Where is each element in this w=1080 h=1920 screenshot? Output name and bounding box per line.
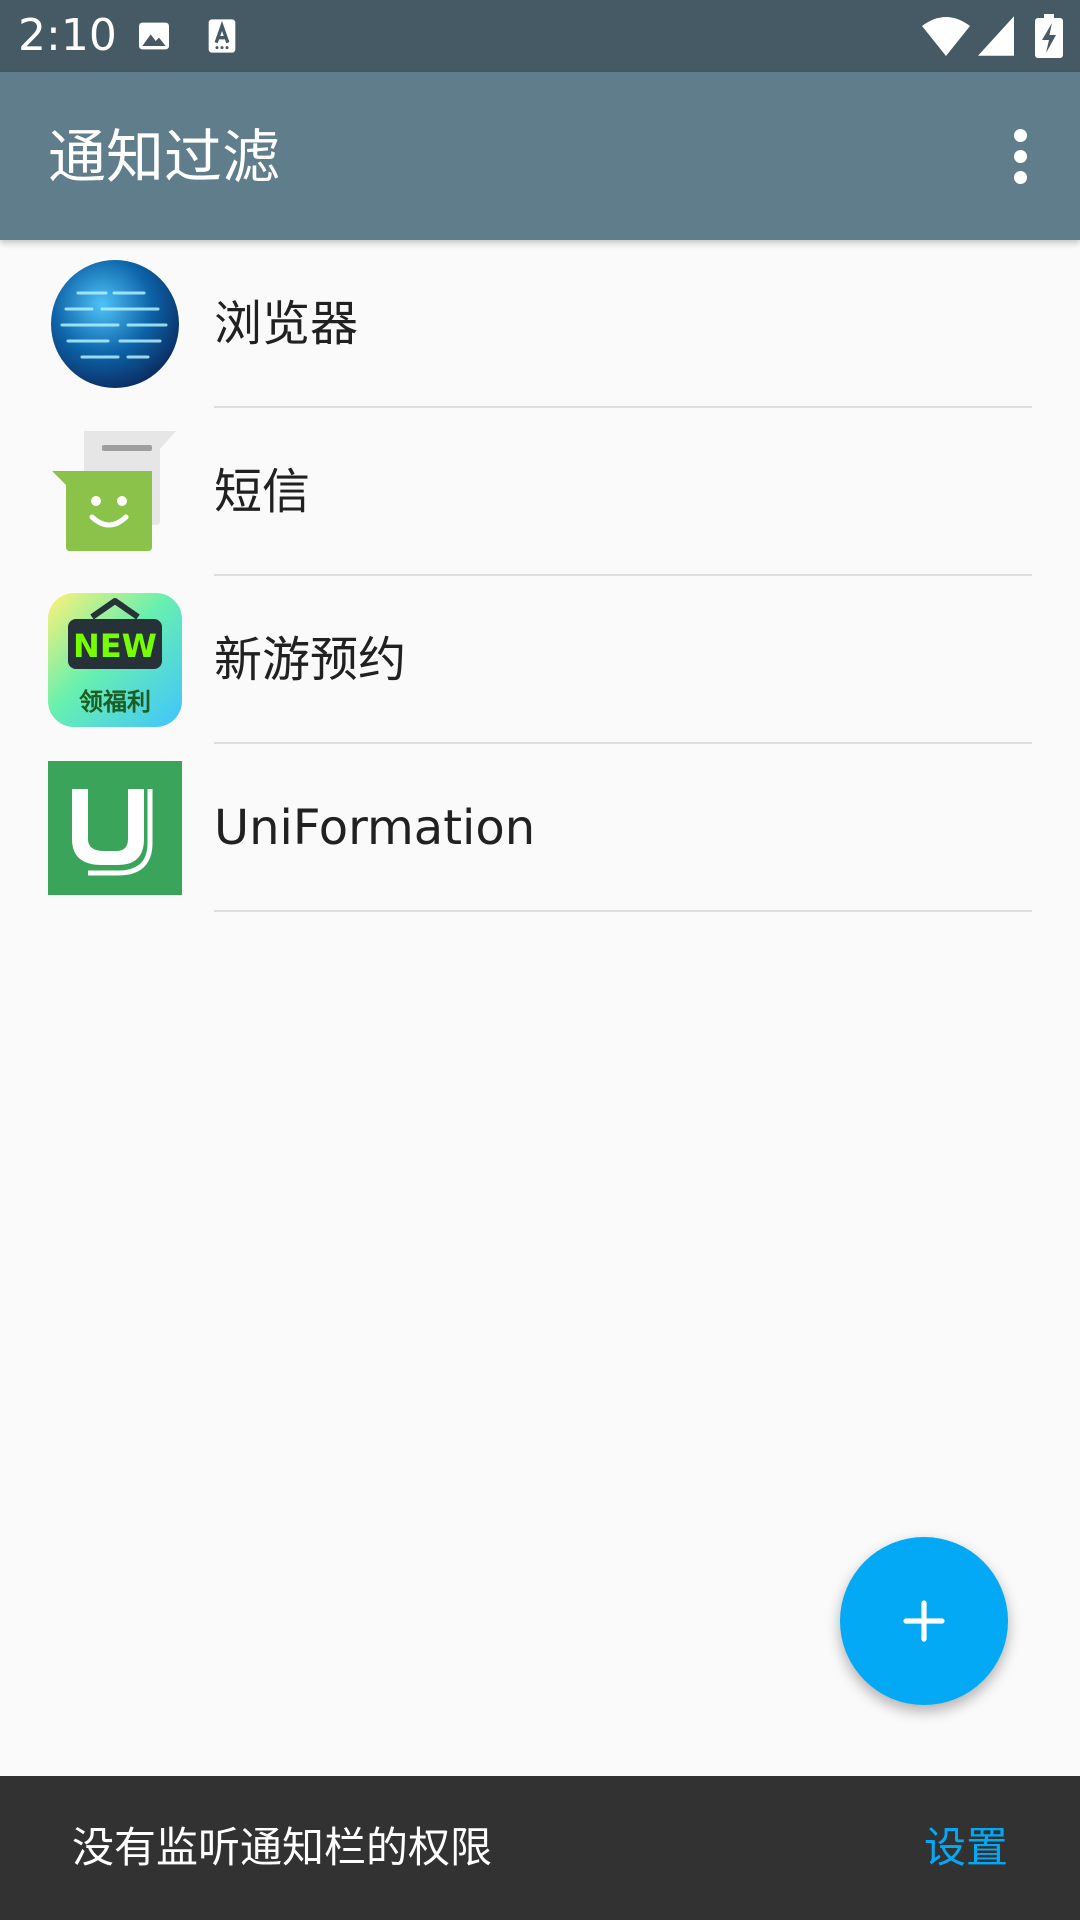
cell-signal-icon (978, 16, 1014, 56)
status-time: 2:10 (18, 10, 117, 61)
more-vert-icon[interactable] (972, 108, 1068, 204)
app-name: 短信 (214, 464, 311, 520)
wifi-icon (922, 17, 970, 56)
list-item[interactable]: 浏览器 (0, 240, 1080, 408)
page-title: 通知过滤 (48, 123, 281, 191)
list-item[interactable]: NEW 领福利 新游预约 (0, 576, 1080, 744)
list-item[interactable]: 短信 (0, 408, 1080, 576)
status-bar: 2:10 (0, 0, 1080, 72)
plus-icon (903, 1600, 945, 1642)
uniformation-icon (48, 761, 182, 895)
messaging-icon (52, 431, 176, 551)
browser-globe-icon (51, 260, 179, 388)
snackbar: 没有监听通知栏的权限 设置 (0, 1776, 1080, 1920)
list-item[interactable]: UniFormation (0, 744, 1080, 912)
add-button[interactable] (840, 1537, 1008, 1705)
app-bar: 通知过滤 (0, 72, 1080, 240)
app-name: 浏览器 (214, 296, 359, 352)
snackbar-message: 没有监听通知栏的权限 (72, 1823, 493, 1872)
new-badge-text: NEW (73, 627, 157, 665)
new-game-icon: NEW 领福利 (48, 593, 182, 727)
app-name: UniFormation (214, 800, 536, 856)
app-list: 浏览器 短信 NEW 领福利 新游预约 UniFormation (0, 240, 1080, 912)
welfare-text: 领福利 (79, 688, 151, 716)
image-icon (139, 22, 169, 50)
battery-charging-icon (1035, 14, 1063, 58)
text-recognition-icon (208, 19, 236, 53)
app-name: 新游预约 (214, 632, 407, 688)
divider (214, 910, 1032, 912)
settings-button[interactable]: 设置 (924, 1816, 1008, 1880)
